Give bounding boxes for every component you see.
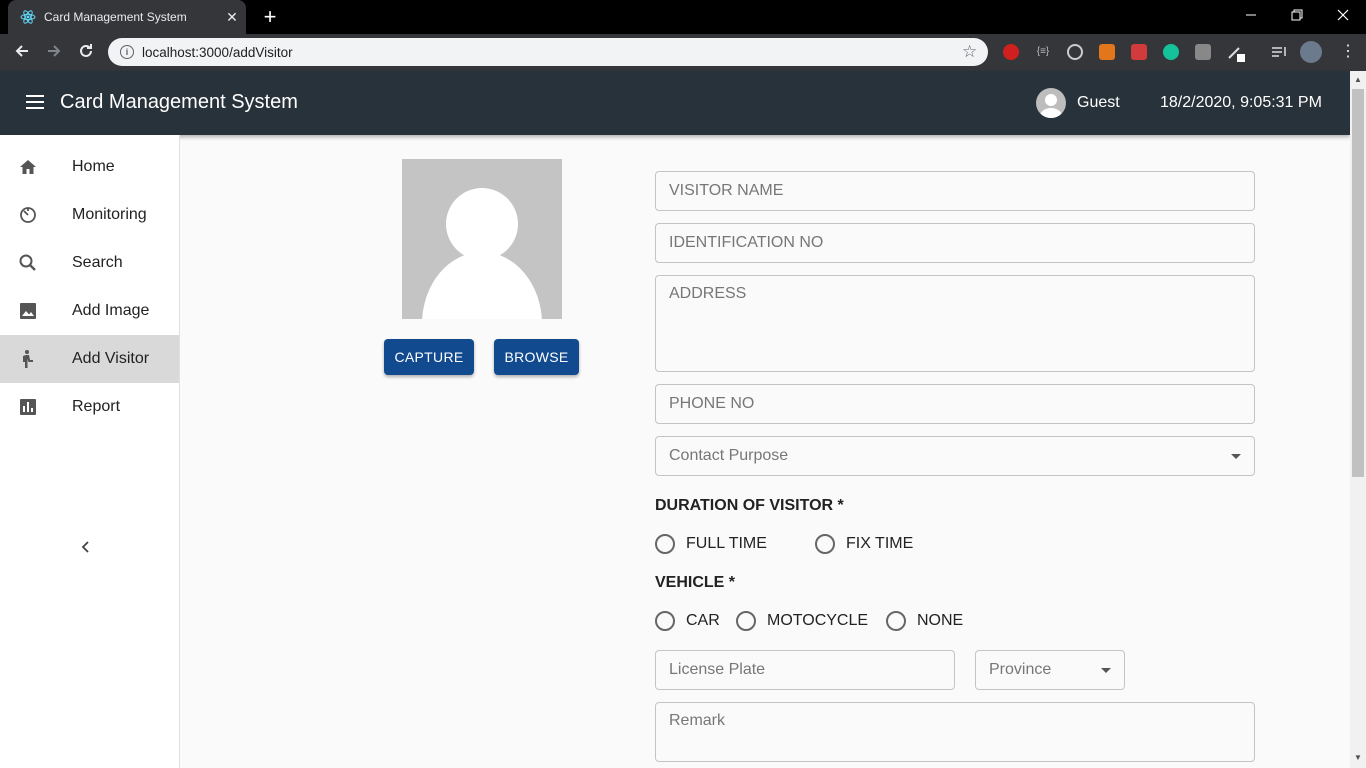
target-extension-icon[interactable]	[1067, 44, 1083, 60]
remark-textarea[interactable]	[656, 703, 1254, 761]
visitor-name-field[interactable]	[655, 171, 1255, 211]
sidebar-item-home[interactable]: Home	[0, 143, 179, 191]
car-label[interactable]: CAR	[686, 612, 720, 630]
new-tab-button[interactable]: +	[260, 6, 280, 28]
fix-time-radio[interactable]	[815, 534, 835, 554]
motocycle-label[interactable]: MOTOCYCLE	[767, 612, 868, 630]
user-avatar[interactable]	[1036, 88, 1066, 118]
browse-button[interactable]: BROWSE	[494, 339, 579, 375]
dropdown-caret-icon[interactable]	[1231, 454, 1241, 459]
address-field[interactable]	[655, 275, 1255, 372]
scroll-thumb[interactable]	[1352, 89, 1364, 477]
app-title: Card Management System	[60, 91, 298, 113]
sidebar-item-label: Add Image	[72, 302, 150, 319]
info-icon[interactable]: i	[120, 45, 134, 59]
bookmark-star-icon[interactable]: ☆	[962, 42, 977, 62]
grammarly-icon[interactable]	[1163, 44, 1179, 60]
address-textarea[interactable]	[656, 276, 1254, 371]
sidebar-item-label: Add Visitor	[72, 350, 150, 367]
back-arrow-icon[interactable]	[12, 42, 32, 62]
home-icon	[20, 160, 36, 174]
hamburger-menu-icon[interactable]	[26, 95, 44, 109]
search-icon	[19, 254, 36, 271]
license-plate-field[interactable]	[655, 650, 955, 690]
motocycle-radio[interactable]	[736, 611, 756, 631]
o-extension-icon[interactable]	[1195, 44, 1211, 60]
vehicle-label: VEHICLE *	[655, 574, 736, 591]
minimize-icon[interactable]	[1239, 6, 1263, 26]
json-extension-icon[interactable]: {≡}	[1035, 44, 1051, 60]
sidebar-item-monitoring[interactable]: Monitoring	[0, 191, 179, 239]
sidebar: Home Monitoring Search Add Image Add Vis…	[0, 135, 180, 768]
license-plate-input[interactable]	[656, 651, 954, 689]
close-tab-icon[interactable]: ✕	[224, 9, 240, 25]
province-select[interactable]: Province	[975, 650, 1125, 690]
sidebar-item-label: Search	[72, 254, 123, 271]
visitor-photo-placeholder	[402, 159, 562, 319]
phone-field[interactable]	[655, 384, 1255, 424]
person-walking-icon	[23, 350, 33, 368]
react-icon	[20, 10, 36, 24]
collapse-sidebar-chevron-icon[interactable]	[78, 539, 94, 555]
kebab-menu-icon[interactable]: ⋮	[1340, 44, 1356, 60]
identification-input[interactable]	[656, 224, 1254, 262]
visitor-name-input[interactable]	[656, 172, 1254, 210]
capture-button[interactable]: CAPTURE	[384, 339, 474, 375]
scroll-up-arrow-icon[interactable]: ▲	[1354, 75, 1362, 84]
full-time-radio[interactable]	[655, 534, 675, 554]
none-label[interactable]: NONE	[917, 612, 963, 630]
phone-input[interactable]	[656, 385, 1254, 423]
province-label: Province	[989, 661, 1052, 678]
stop-hand-extension-icon[interactable]	[1003, 44, 1019, 60]
url-text[interactable]: localhost:3000/addVisitor	[142, 45, 293, 60]
bar-chart-icon	[20, 399, 36, 415]
sidebar-item-add-image[interactable]: Add Image	[0, 287, 179, 335]
media-control-icon[interactable]	[1271, 44, 1287, 60]
sidebar-item-label: Monitoring	[72, 206, 147, 223]
fix-time-label[interactable]: FIX TIME	[846, 535, 913, 553]
tab-title: Card Management System	[44, 10, 187, 24]
browser-tab[interactable]: Card Management System ✕	[8, 0, 246, 34]
close-window-icon[interactable]	[1331, 6, 1355, 26]
browser-tabbar: Card Management System ✕ +	[0, 0, 1366, 34]
fox-extension-icon[interactable]	[1099, 44, 1115, 60]
sidebar-item-search[interactable]: Search	[0, 239, 179, 287]
browser-toolbar: i localhost:3000/addVisitor ☆ {≡} ⋮	[0, 34, 1366, 71]
timer-icon	[20, 207, 36, 223]
profile-avatar[interactable]	[1300, 41, 1322, 63]
identification-field[interactable]	[655, 223, 1255, 263]
remark-field[interactable]	[655, 702, 1255, 762]
current-datetime: 18/2/2020, 9:05:31 PM	[1160, 94, 1322, 111]
sidebar-item-label: Report	[72, 398, 121, 415]
restore-icon[interactable]	[1285, 6, 1309, 26]
contact-purpose-select[interactable]: Contact Purpose	[655, 436, 1255, 476]
full-time-label[interactable]: FULL TIME	[686, 535, 767, 553]
sidebar-item-report[interactable]: Report	[0, 383, 179, 431]
address-bar[interactable]: i localhost:3000/addVisitor ☆	[108, 38, 988, 66]
contact-purpose-label: Contact Purpose	[669, 447, 789, 464]
puzzle-extension-icon[interactable]	[1131, 44, 1147, 60]
sidebar-item-add-visitor[interactable]: Add Visitor	[0, 335, 179, 383]
sidebar-item-label: Home	[72, 158, 115, 175]
pen-extension-icon[interactable]	[1227, 44, 1245, 62]
forward-arrow-icon[interactable]	[44, 42, 64, 62]
reload-icon[interactable]	[76, 42, 96, 62]
person-silhouette-icon	[422, 188, 542, 319]
page-scrollbar[interactable]: ▲ ▼	[1350, 71, 1366, 768]
car-radio[interactable]	[655, 611, 675, 631]
duration-label: DURATION OF VISITOR *	[655, 497, 844, 514]
user-name[interactable]: Guest	[1077, 94, 1120, 112]
app-header: Card Management System Guest 18/2/2020, …	[0, 71, 1350, 135]
image-icon	[20, 303, 36, 319]
dropdown-caret-icon[interactable]	[1101, 668, 1111, 673]
scroll-down-arrow-icon[interactable]: ▼	[1354, 753, 1362, 762]
none-radio[interactable]	[886, 611, 906, 631]
